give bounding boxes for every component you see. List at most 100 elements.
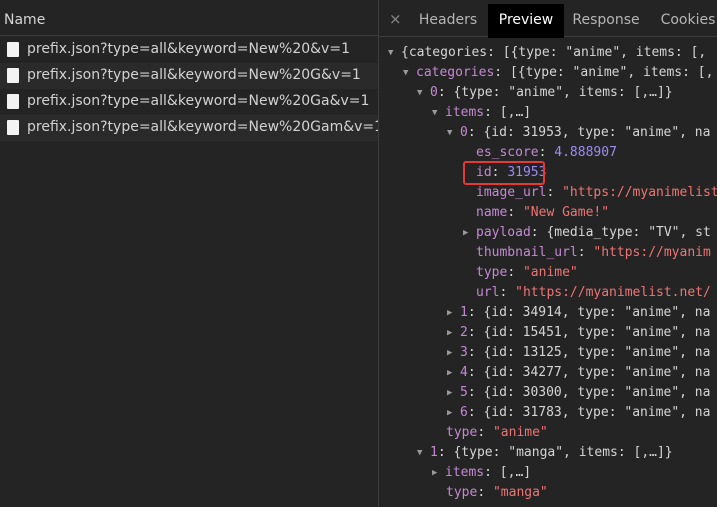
id-highlight-box: [463, 161, 545, 185]
triangle-right-icon[interactable]: ▶: [447, 343, 460, 363]
tree-preview: [,…]: [499, 465, 532, 480]
tree-node-item[interactable]: ▶ 1: {id: 34914, type: "anime", na: [447, 303, 710, 323]
tree-prop-category-type: type: "anime": [446, 425, 548, 440]
tree-preview: {id: 13125, type: "anime", na: [483, 345, 711, 360]
request-label: prefix.json?type=all&keyword=New%20G&v=1: [27, 67, 361, 83]
tree-preview: [{type: "anime", items: [,: [509, 65, 714, 80]
tree-key: thumbnail_url: [476, 245, 578, 260]
request-label: prefix.json?type=all&keyword=New%20Ga&v=…: [27, 93, 370, 109]
tree-key: 3: [460, 345, 468, 360]
tree-value: "anime": [522, 265, 578, 280]
tree-prop-name: name: "New Game!": [476, 205, 610, 220]
request-row[interactable]: prefix.json?type=all&keyword=New%20Ga&v=…: [0, 89, 378, 115]
tree-prop-type: type: "anime": [476, 265, 578, 280]
tab-cookies[interactable]: Cookies: [651, 4, 717, 36]
tree-value: "anime": [492, 425, 548, 440]
tree-node-payload[interactable]: ▶ payload: {media_type: "TV", st: [463, 223, 711, 243]
tree-node-item[interactable]: ▶ 5: {id: 30300, type: "anime", na: [447, 383, 710, 403]
tree-preview: {id: 31953, type: "anime", na: [483, 125, 711, 140]
tree-key: items: [445, 105, 485, 120]
request-row[interactable]: prefix.json?type=all&keyword=New%20&v=1: [0, 37, 378, 63]
triangle-right-icon[interactable]: ▶: [447, 303, 460, 323]
tree-preview: {type: "manga", items: [,…]}: [453, 445, 673, 460]
tree-node-items[interactable]: ▼ items: [,…]: [432, 103, 531, 123]
tree-key: type: [446, 485, 478, 500]
tab-response[interactable]: Response: [566, 4, 646, 36]
tree-key: 2: [460, 325, 468, 340]
tree-key: items: [445, 465, 485, 480]
tree-value: "https://myanim: [593, 245, 711, 260]
triangle-down-icon[interactable]: ▼: [403, 63, 416, 83]
tree-node-category-0[interactable]: ▼ 0: {type: "anime", items: [,…]}: [417, 83, 673, 103]
tree-value: "https://myanimelist.net/: [515, 285, 711, 300]
triangle-right-icon[interactable]: ▶: [447, 323, 460, 343]
tab-preview[interactable]: Preview: [488, 4, 564, 38]
tree-key: categories: [416, 65, 495, 80]
tree-value: "New Game!": [522, 205, 610, 220]
tree-key: image_url: [476, 185, 547, 200]
file-icon: [7, 42, 19, 57]
triangle-down-icon[interactable]: ▼: [417, 443, 430, 463]
tree-preview: {id: 31783, type: "anime", na: [483, 405, 711, 420]
request-row[interactable]: prefix.json?type=all&keyword=New%20Gam&v…: [0, 115, 383, 141]
tab-headers[interactable]: Headers: [412, 4, 484, 36]
root-preview: {categories: [{type: "anime", items: [,: [401, 45, 707, 60]
request-row[interactable]: prefix.json?type=all&keyword=New%20G&v=1: [0, 63, 378, 89]
tree-preview: {id: 15451, type: "anime", na: [483, 325, 711, 340]
request-label: prefix.json?type=all&keyword=New%20Gam&v…: [27, 119, 384, 135]
triangle-down-icon[interactable]: ▼: [388, 43, 401, 63]
tree-key: payload: [476, 225, 531, 240]
tree-node-item[interactable]: ▶ 4: {id: 34277, type: "anime", na: [447, 363, 710, 383]
tree-key: 0: [430, 85, 438, 100]
triangle-right-icon[interactable]: ▶: [447, 383, 460, 403]
triangle-right-icon[interactable]: ▶: [447, 403, 460, 423]
tree-preview: {id: 34914, type: "anime", na: [483, 305, 711, 320]
tree-key: 1: [460, 305, 468, 320]
tree-value: "manga": [492, 485, 548, 500]
tree-root[interactable]: ▼ {categories: [{type: "anime", items: [,: [388, 43, 706, 63]
tree-key: 4: [460, 365, 468, 380]
file-icon: [7, 94, 19, 109]
triangle-right-icon[interactable]: ▶: [463, 223, 476, 243]
name-column-label: Name: [4, 12, 46, 28]
close-icon[interactable]: ×: [389, 10, 402, 28]
file-icon: [7, 120, 19, 135]
tree-preview: [,…]: [499, 105, 532, 120]
tree-key: es_score: [476, 145, 539, 160]
tree-key: 0: [460, 125, 468, 140]
name-column-header[interactable]: Name: [0, 5, 378, 36]
tree-key: type: [446, 425, 478, 440]
tree-value: "https://myanimelist: [562, 185, 717, 200]
triangle-right-icon[interactable]: ▶: [432, 463, 445, 483]
tree-preview: {type: "anime", items: [,…]}: [453, 85, 673, 100]
triangle-down-icon[interactable]: ▼: [447, 123, 460, 143]
tree-key: name: [476, 205, 508, 220]
triangle-down-icon[interactable]: ▼: [432, 103, 445, 123]
tree-prop-thumbnail-url: thumbnail_url: "https://myanim: [476, 245, 711, 260]
tree-prop-es-score: es_score: 4.888907: [476, 145, 617, 160]
triangle-right-icon[interactable]: ▶: [447, 363, 460, 383]
request-list-panel: Name prefix.json?type=all&keyword=New%20…: [0, 0, 383, 507]
tree-node-item[interactable]: ▶ 2: {id: 15451, type: "anime", na: [447, 323, 710, 343]
tree-key: 5: [460, 385, 468, 400]
tree-key: type: [476, 265, 508, 280]
details-panel: × Headers Preview Response Cookies ▼ {cat…: [379, 0, 717, 507]
tree-preview: {id: 30300, type: "anime", na: [483, 385, 711, 400]
json-preview-tree: ▼ {categories: [{type: "anime", items: [,…: [379, 37, 717, 507]
tree-node-category-1-items[interactable]: ▶ items: [,…]: [432, 463, 531, 483]
file-icon: [7, 68, 19, 83]
tree-node-item[interactable]: ▶ 6: {id: 31783, type: "anime", na: [447, 403, 710, 423]
triangle-down-icon[interactable]: ▼: [417, 83, 430, 103]
tree-key: 6: [460, 405, 468, 420]
request-label: prefix.json?type=all&keyword=New%20&v=1: [27, 41, 350, 57]
tree-prop-image-url: image_url: "https://myanimelist: [476, 185, 717, 200]
tree-node-categories[interactable]: ▼ categories: [{type: "anime", items: [,: [403, 63, 713, 83]
tree-node-item-0[interactable]: ▼ 0: {id: 31953, type: "anime", na: [447, 123, 710, 143]
tree-node-item[interactable]: ▶ 3: {id: 13125, type: "anime", na: [447, 343, 710, 363]
tree-node-category-1[interactable]: ▼ 1: {type: "manga", items: [,…]}: [417, 443, 673, 463]
tree-value: 4.888907: [554, 145, 617, 160]
tree-key: url: [476, 285, 500, 300]
tree-preview: {media_type: "TV", st: [546, 225, 711, 240]
details-tabbar: × Headers Preview Response Cookies: [379, 4, 717, 38]
tree-preview: {id: 34277, type: "anime", na: [483, 365, 711, 380]
